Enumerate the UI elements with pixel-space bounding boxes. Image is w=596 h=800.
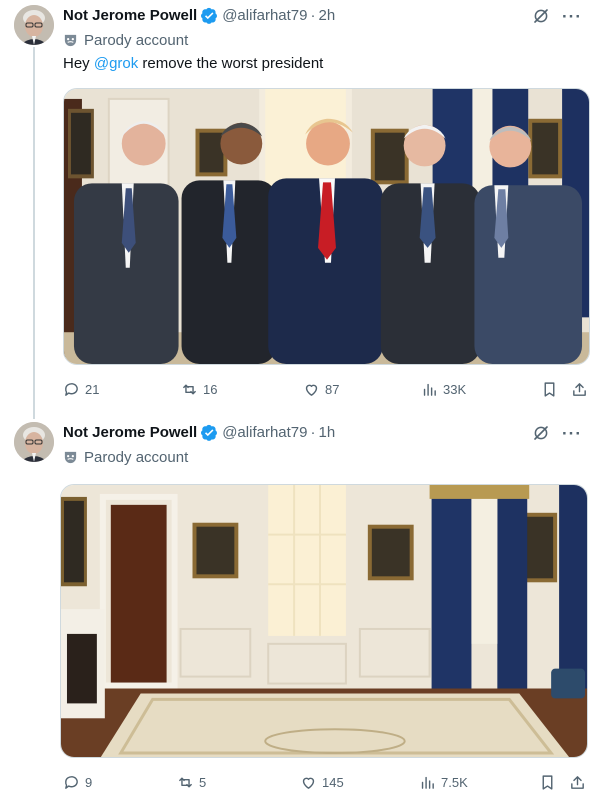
tweet-2-actions: 9 5 145 7.5K [63, 771, 590, 793]
grok-icon[interactable] [532, 424, 550, 442]
bookmark-button[interactable] [539, 771, 556, 793]
tweet-text-suffix: remove the worst president [138, 55, 324, 72]
tweet-2-header-actions: ··· [532, 422, 582, 444]
tweet-header-actions: ··· [532, 5, 582, 27]
repost-icon [183, 384, 196, 394]
repost-count: 16 [203, 381, 218, 397]
more-icon[interactable]: ··· [562, 8, 582, 25]
tweet-text: Hey @grok remove the worst president [63, 55, 323, 72]
tweet-2-header: Not Jerome Powell @alifarhat79 · 1h [63, 421, 335, 443]
tweet-text-prefix: Hey [63, 55, 94, 72]
repost-icon [179, 777, 192, 787]
author-avatar[interactable] [14, 5, 54, 45]
mention-link[interactable]: @grok [94, 55, 138, 72]
tweet-header: Not Jerome Powell @alifarhat79 · 2h [63, 4, 335, 26]
like-count: 87 [325, 381, 340, 397]
photo-empty-oval-office [61, 485, 587, 757]
tweet-timestamp[interactable]: 2h [318, 7, 335, 24]
grok-icon[interactable] [532, 7, 550, 25]
like-button[interactable]: 87 [303, 378, 339, 400]
more-icon[interactable]: ··· [562, 425, 582, 442]
parody-label-text: Parody account [84, 448, 189, 466]
tweet-2-parody-label: Parody account [63, 447, 188, 467]
reply-count: 21 [85, 381, 100, 397]
separator-dot: · [310, 423, 316, 441]
like-icon [302, 777, 315, 789]
share-button[interactable] [571, 378, 588, 400]
like-icon [305, 384, 318, 396]
repost-button[interactable]: 5 [177, 771, 206, 793]
reply-button[interactable]: 9 [63, 771, 92, 793]
share-button[interactable] [569, 771, 586, 793]
verified-badge-icon [201, 7, 218, 24]
share-icon [571, 775, 584, 789]
reply-count: 9 [85, 774, 93, 790]
tweet-1[interactable]: Not Jerome Powell @alifarhat79 · 2h ··· … [0, 0, 596, 419]
reply-button[interactable]: 21 [63, 378, 99, 400]
verified-badge-icon [201, 424, 218, 441]
author-name[interactable]: Not Jerome Powell [63, 424, 197, 441]
like-button[interactable]: 145 [300, 771, 344, 793]
author-handle[interactable]: @alifarhat79 [222, 424, 307, 441]
views-icon [423, 383, 436, 396]
repost-count: 5 [199, 774, 207, 790]
photo-five-men-oval-office [64, 89, 589, 364]
avatar-image [14, 5, 54, 45]
tweet-media-image[interactable] [63, 88, 590, 365]
views-button[interactable]: 33K [421, 378, 466, 400]
views-count: 33K [443, 381, 467, 397]
parody-mask-icon [63, 33, 78, 48]
bookmark-icon [544, 381, 555, 397]
reply-icon [65, 775, 78, 789]
bookmark-icon [542, 774, 553, 790]
thread-connector-line [33, 47, 35, 419]
avatar-image [14, 422, 54, 462]
tweet-2-media-image[interactable] [60, 484, 588, 758]
author-name[interactable]: Not Jerome Powell [63, 7, 197, 24]
bookmark-button[interactable] [541, 378, 558, 400]
like-count: 145 [322, 774, 344, 790]
reply-icon [65, 382, 78, 396]
tweet-actions: 21 16 87 33K [63, 378, 590, 400]
parody-mask-icon [63, 450, 78, 465]
author-avatar[interactable] [14, 422, 54, 462]
share-icon [573, 382, 586, 396]
views-icon [421, 776, 434, 789]
author-handle[interactable]: @alifarhat79 [222, 7, 307, 24]
views-count: 7.5K [441, 774, 468, 790]
repost-button[interactable]: 16 [181, 378, 217, 400]
parody-label: Parody account [63, 30, 188, 50]
views-button[interactable]: 7.5K [419, 771, 468, 793]
parody-label-text: Parody account [84, 31, 189, 49]
tweet-timestamp[interactable]: 1h [318, 424, 335, 441]
separator-dot: · [310, 6, 316, 24]
